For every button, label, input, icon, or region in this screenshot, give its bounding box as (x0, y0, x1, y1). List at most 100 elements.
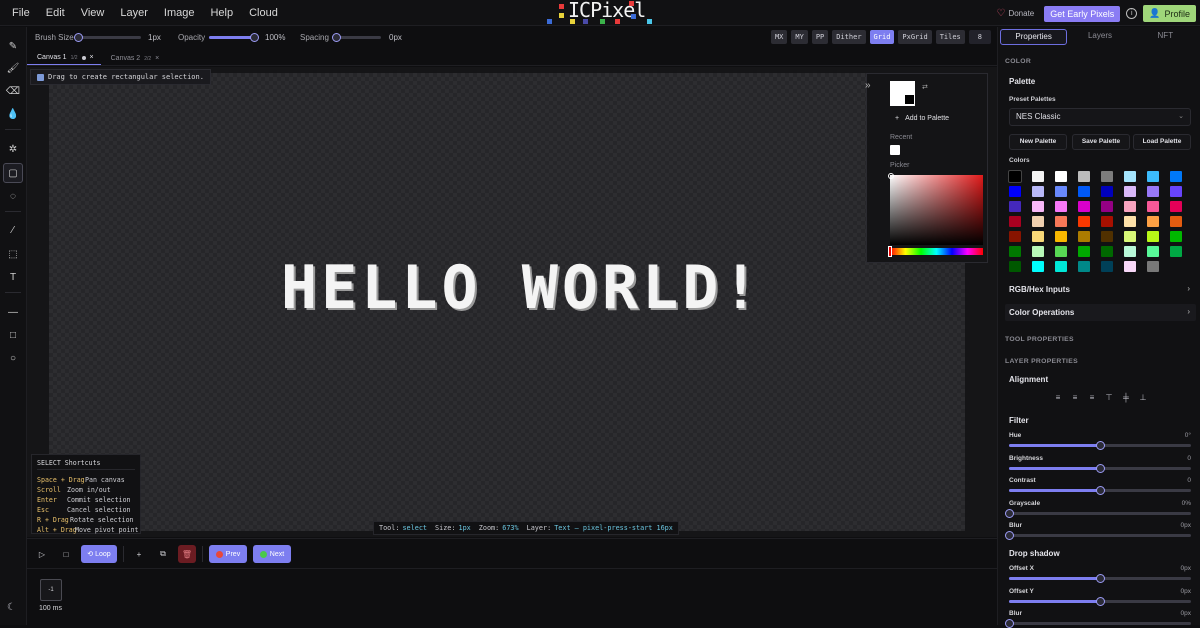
palette-swatch[interactable] (1101, 216, 1113, 227)
slider-knob[interactable] (1096, 574, 1105, 583)
rgb-hex-inputs-row[interactable]: RGB/Hex Inputs › (1005, 281, 1196, 298)
duplicate-frame-icon[interactable]: ⧉ (154, 545, 172, 563)
toggle-grid[interactable]: Grid (869, 30, 895, 44)
palette-swatch[interactable] (1101, 246, 1113, 257)
palette-swatch[interactable] (1124, 216, 1136, 227)
rect-select-icon[interactable]: ▢ (3, 163, 23, 183)
canvas-text-layer[interactable]: HELLO WORLD! (281, 253, 762, 323)
swap-colors-icon[interactable]: ⇄ (922, 83, 928, 91)
slider-knob[interactable] (1096, 596, 1105, 606)
recent-color-swatch[interactable] (890, 145, 900, 155)
load-palette-button[interactable]: Load Palette (1133, 134, 1191, 150)
palette-swatch[interactable] (1032, 201, 1044, 212)
eyedropper-icon[interactable]: ⁄ (3, 220, 23, 240)
opacity-knob[interactable] (250, 33, 259, 42)
palette-swatch[interactable] (1055, 201, 1067, 212)
palette-swatch[interactable] (1101, 231, 1113, 242)
color-operations-row[interactable]: Color Operations › (1005, 304, 1196, 321)
palette-swatch[interactable] (1078, 246, 1090, 257)
palette-swatch[interactable] (1055, 246, 1067, 257)
palette-swatch[interactable] (1147, 186, 1159, 197)
canvas-viewport[interactable]: HELLO WORLD! (27, 67, 997, 537)
line-icon[interactable]: — (3, 302, 23, 322)
palette-swatch[interactable] (1170, 171, 1182, 182)
palette-swatch[interactable] (1124, 261, 1136, 272)
slider-knob[interactable] (1005, 508, 1014, 518)
secondary-color-swatch[interactable] (904, 94, 915, 105)
palette-swatch[interactable] (1170, 231, 1182, 242)
palette-swatch[interactable] (1170, 246, 1182, 257)
slider-knob[interactable] (1096, 463, 1105, 473)
menu-file[interactable]: File (4, 7, 38, 19)
save-palette-button[interactable]: Save Palette (1072, 134, 1130, 150)
palette-swatch[interactable] (1124, 231, 1136, 242)
hue-knob[interactable] (888, 246, 892, 257)
slider-knob[interactable] (1096, 486, 1105, 495)
toggle-dither[interactable]: Dither (832, 30, 866, 44)
text-icon[interactable]: T (3, 267, 23, 287)
tile-count-input[interactable]: 8 (968, 30, 991, 44)
palette-swatch[interactable] (1101, 186, 1113, 197)
new-palette-button[interactable]: New Palette (1009, 134, 1067, 150)
property-slider[interactable] (1009, 486, 1191, 495)
palette-swatch[interactable] (1124, 171, 1136, 182)
palette-swatch[interactable] (1170, 186, 1182, 197)
tab-nft[interactable]: NFT (1133, 29, 1198, 45)
frame-thumbnail[interactable]: -1 (40, 579, 62, 601)
align-middle-icon[interactable]: ╪ (1122, 393, 1130, 402)
palette-swatch[interactable] (1055, 216, 1067, 227)
tab-canvas-1[interactable]: Canvas 1 1/2 × (27, 54, 101, 65)
menu-layer[interactable]: Layer (112, 7, 156, 19)
close-icon[interactable]: × (90, 54, 94, 61)
toggle-tiles[interactable]: Tiles (935, 30, 965, 44)
opacity-slider[interactable] (209, 33, 259, 42)
palette-swatch[interactable] (1078, 216, 1090, 227)
property-slider[interactable] (1005, 531, 1191, 540)
profile-button[interactable]: 👤 Profile (1143, 5, 1196, 22)
drawing-canvas[interactable]: HELLO WORLD! (49, 73, 965, 531)
info-icon[interactable]: i (1126, 8, 1138, 19)
play-icon[interactable]: ▷ (33, 545, 51, 563)
palette-swatch[interactable] (1170, 201, 1182, 212)
crop-icon[interactable]: ⬚ (3, 244, 23, 264)
palette-swatch[interactable] (1055, 186, 1067, 197)
palette-swatch[interactable] (1009, 231, 1021, 242)
palette-swatch[interactable] (1009, 201, 1021, 212)
prev-frame-button[interactable]: Prev (209, 545, 247, 563)
palette-swatch[interactable] (1009, 246, 1021, 257)
palette-swatch[interactable] (1032, 261, 1044, 272)
preset-palette-select[interactable]: NES Classic ⌄ (1009, 108, 1191, 126)
hue-slider[interactable] (890, 248, 983, 255)
menu-cloud[interactable]: Cloud (241, 7, 286, 19)
ellipse-icon[interactable]: ○ (3, 348, 23, 368)
slider-knob[interactable] (1096, 441, 1105, 450)
palette-swatch[interactable] (1170, 216, 1182, 227)
align-top-icon[interactable]: ⊤ (1105, 393, 1113, 402)
palette-swatch[interactable] (1124, 186, 1136, 197)
brush-size-slider[interactable] (74, 33, 141, 42)
palette-swatch[interactable] (1009, 186, 1021, 197)
palette-swatch[interactable] (1055, 261, 1067, 272)
spacing-slider[interactable] (332, 33, 381, 42)
palette-swatch[interactable] (1009, 216, 1021, 227)
palette-swatch[interactable] (1147, 246, 1159, 257)
rectangle-icon[interactable]: □ (3, 325, 23, 345)
toggle-mirror-y[interactable]: MY (791, 30, 808, 44)
menu-image[interactable]: Image (156, 7, 203, 19)
brush-icon[interactable]: 🖌 (3, 58, 23, 78)
next-frame-button[interactable]: Next (253, 545, 291, 563)
palette-swatch[interactable] (1147, 171, 1159, 182)
property-slider[interactable] (1009, 441, 1191, 450)
palette-swatch[interactable] (1008, 170, 1022, 183)
add-frame-icon[interactable]: + (130, 545, 148, 563)
property-slider[interactable] (1005, 508, 1191, 518)
palette-swatch[interactable] (1147, 201, 1159, 212)
tab-layers[interactable]: Layers (1067, 29, 1132, 45)
palette-swatch[interactable] (1078, 186, 1090, 197)
property-slider[interactable] (1009, 463, 1191, 473)
tab-properties[interactable]: Properties (1000, 29, 1068, 45)
palette-swatch[interactable] (1078, 171, 1090, 182)
add-to-palette-button[interactable]: + Add to Palette (895, 115, 949, 122)
align-right-icon[interactable]: ≡ (1088, 393, 1096, 402)
brush-size-knob[interactable] (74, 33, 83, 42)
